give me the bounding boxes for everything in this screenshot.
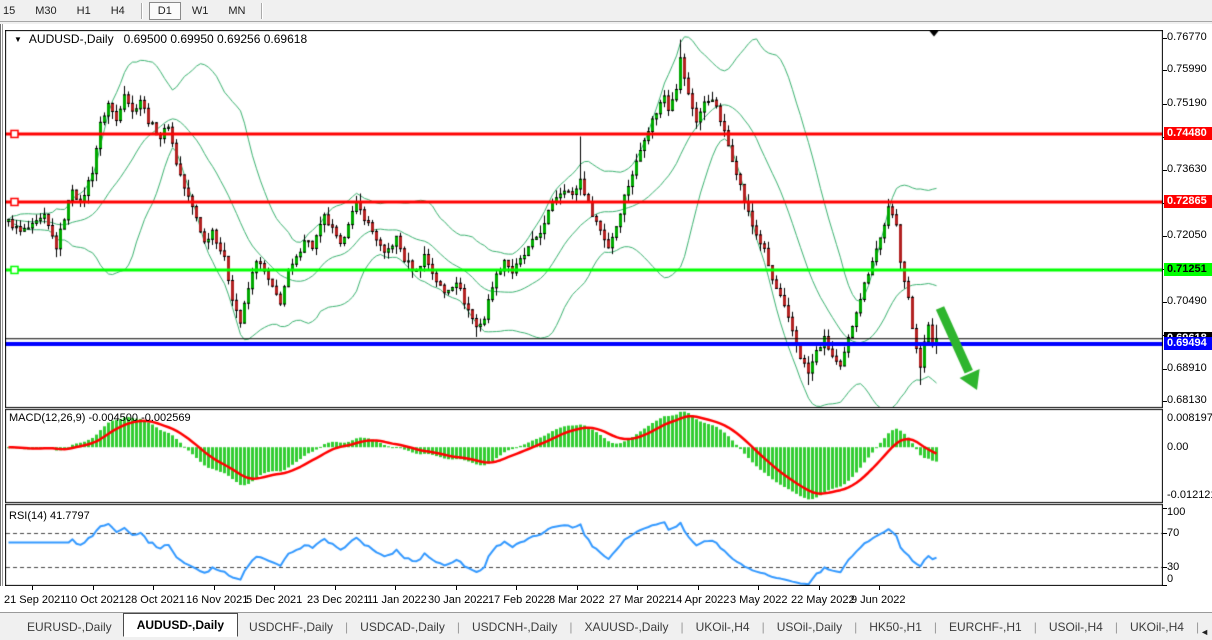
date-axis-tick <box>758 586 759 590</box>
timeframe-button-W1[interactable]: W1 <box>183 2 218 20</box>
date-label: 11 Jan 2022 <box>367 594 427 606</box>
symbol-dropdown-icon[interactable]: ▼ <box>14 35 22 44</box>
price-tick-label: 0.75990 <box>1167 63 1207 76</box>
price-line-label-0.71251: 0.71251 <box>1164 263 1212 276</box>
price-tick-label: 0.76770 <box>1167 31 1207 44</box>
date-label: 23 Dec 2021 <box>307 594 369 606</box>
timeframe-button-M30[interactable]: M30 <box>26 2 65 20</box>
timeframe-button-15[interactable]: 15 <box>0 2 24 20</box>
chart-tab-usdcad-daily[interactable]: USDCAD-,Daily <box>349 617 456 637</box>
timeframe-button-H4[interactable]: H4 <box>102 2 134 20</box>
chart-tab-usoil-daily[interactable]: USOil-,Daily <box>766 617 853 637</box>
chart-tab-ukoil-h4[interactable]: UKOil-,H4 <box>1119 617 1195 637</box>
chart-tab-usdcnh-daily[interactable]: USDCNH-,Daily <box>461 617 568 637</box>
date-label: 10 Oct 2021 <box>65 594 125 606</box>
date-axis-tick <box>637 586 638 590</box>
date-axis[interactable]: 21 Sep 202110 Oct 202128 Oct 202116 Nov … <box>0 586 1163 612</box>
tab-scroll-left-icon[interactable]: ◄ <box>1200 627 1209 637</box>
rsi-scale-label: 0 <box>1167 573 1173 586</box>
chart-tab-hk50-h1[interactable]: HK50-,H1 <box>858 617 933 637</box>
toolbar-separator <box>261 3 262 19</box>
chart-tab-eurusd-daily[interactable]: EURUSD-,Daily <box>16 617 123 637</box>
rsi-axis-tick <box>1163 508 1167 509</box>
chart-tab-eurchf-h1[interactable]: EURCHF-,H1 <box>938 617 1033 637</box>
price-line-label-0.74480: 0.74480 <box>1164 127 1212 140</box>
date-axis-tick <box>516 586 517 590</box>
toolbar-separator <box>141 3 142 19</box>
price-chart-canvas[interactable] <box>5 30 1163 586</box>
ohlc-values: 0.69500 0.69950 0.69256 0.69618 <box>124 32 308 46</box>
date-label: 28 Oct 2021 <box>125 594 185 606</box>
date-axis-tick <box>93 586 94 590</box>
date-axis-tick <box>274 586 275 590</box>
date-axis-tick <box>214 586 215 590</box>
chart-tab-usoil-h4[interactable]: USOil-,H4 <box>1038 617 1114 637</box>
chart-tab-usdchf-daily[interactable]: USDCHF-,Daily <box>238 617 344 637</box>
trading-platform-window: 15M30H1H4 D1W1MN ▼ AUDUSD-,Daily 0.69500 0.… <box>0 0 1212 640</box>
timeframe-button-MN[interactable]: MN <box>219 2 254 20</box>
date-axis-tick <box>153 586 154 590</box>
rsi-axis-tick <box>1163 585 1167 586</box>
price-tick-label: 0.75190 <box>1167 97 1207 110</box>
date-axis-tick <box>698 586 699 590</box>
chart-tab-bar: EURUSD-,DailyAUDUSD-,DailyUSDCHF-,Daily|… <box>0 612 1212 640</box>
rsi-scale-label: 100 <box>1167 506 1185 519</box>
date-axis-tick <box>456 586 457 590</box>
symbol-label: AUDUSD-,Daily <box>29 32 114 46</box>
price-tick-label: 0.68130 <box>1167 394 1207 407</box>
chart-tab-xauusd-daily[interactable]: XAUUSD-,Daily <box>573 617 679 637</box>
price-tick-label: 0.73630 <box>1167 163 1207 176</box>
date-label: 30 Jan 2022 <box>428 594 489 606</box>
date-label: 21 Sep 2021 <box>4 594 66 606</box>
timeframe-button-D1[interactable]: D1 <box>149 2 181 20</box>
date-axis-tick <box>819 586 820 590</box>
date-axis-tick <box>335 586 336 590</box>
rsi-scale-label: 70 <box>1167 527 1179 540</box>
date-label: 3 May 2022 <box>730 594 787 606</box>
date-label: 5 Dec 2021 <box>246 594 302 606</box>
macd-scale-max: 0.008197 <box>1167 412 1212 425</box>
macd-scale-min: -0.012121 <box>1167 489 1212 502</box>
date-axis-tick <box>395 586 396 590</box>
rsi-axis-tick <box>1163 533 1167 534</box>
date-label: 14 Apr 2022 <box>670 594 729 606</box>
chart-ohlc-header: ▼ AUDUSD-,Daily 0.69500 0.69950 0.69256 0.… <box>14 32 307 46</box>
rsi-axis-tick <box>1163 567 1167 568</box>
price-line-label-0.69494: 0.69494 <box>1164 337 1212 350</box>
price-tick-label: 0.72050 <box>1167 229 1207 242</box>
date-label: 27 Mar 2022 <box>609 594 671 606</box>
timeframe-toolbar: 15M30H1H4 D1W1MN <box>0 0 1212 22</box>
date-label: 17 Feb 2022 <box>488 594 550 606</box>
price-tick-label: 0.70490 <box>1167 295 1207 308</box>
chart-window: ▼ AUDUSD-,Daily 0.69500 0.69950 0.69256 0.… <box>0 24 1212 612</box>
date-label: 8 Mar 2022 <box>549 594 605 606</box>
chart-tab-audusd-daily[interactable]: AUDUSD-,Daily <box>123 613 238 637</box>
date-label: 9 Jun 2022 <box>851 594 905 606</box>
chart-tab-ukoil-h4[interactable]: UKOil-,H4 <box>685 617 761 637</box>
macd-indicator-label: MACD(12,26,9) -0.004500 -0.002569 <box>9 412 191 424</box>
date-label: 16 Nov 2021 <box>186 594 248 606</box>
rsi-indicator-label: RSI(14) 41.7797 <box>9 510 90 522</box>
macd-scale-zero: 0.00 <box>1167 441 1188 454</box>
date-axis-tick <box>577 586 578 590</box>
price-line-label-0.72865: 0.72865 <box>1164 195 1212 208</box>
timeframe-button-H1[interactable]: H1 <box>68 2 100 20</box>
date-axis-tick <box>879 586 880 590</box>
date-axis-tick <box>32 586 33 590</box>
window-edge <box>0 24 3 612</box>
price-tick-label: 0.68910 <box>1167 362 1207 375</box>
date-label: 22 May 2022 <box>791 594 855 606</box>
price-axis[interactable]: 0.008197 0.00 -0.012121 0.76770 0.75990 0.… <box>1163 24 1212 612</box>
